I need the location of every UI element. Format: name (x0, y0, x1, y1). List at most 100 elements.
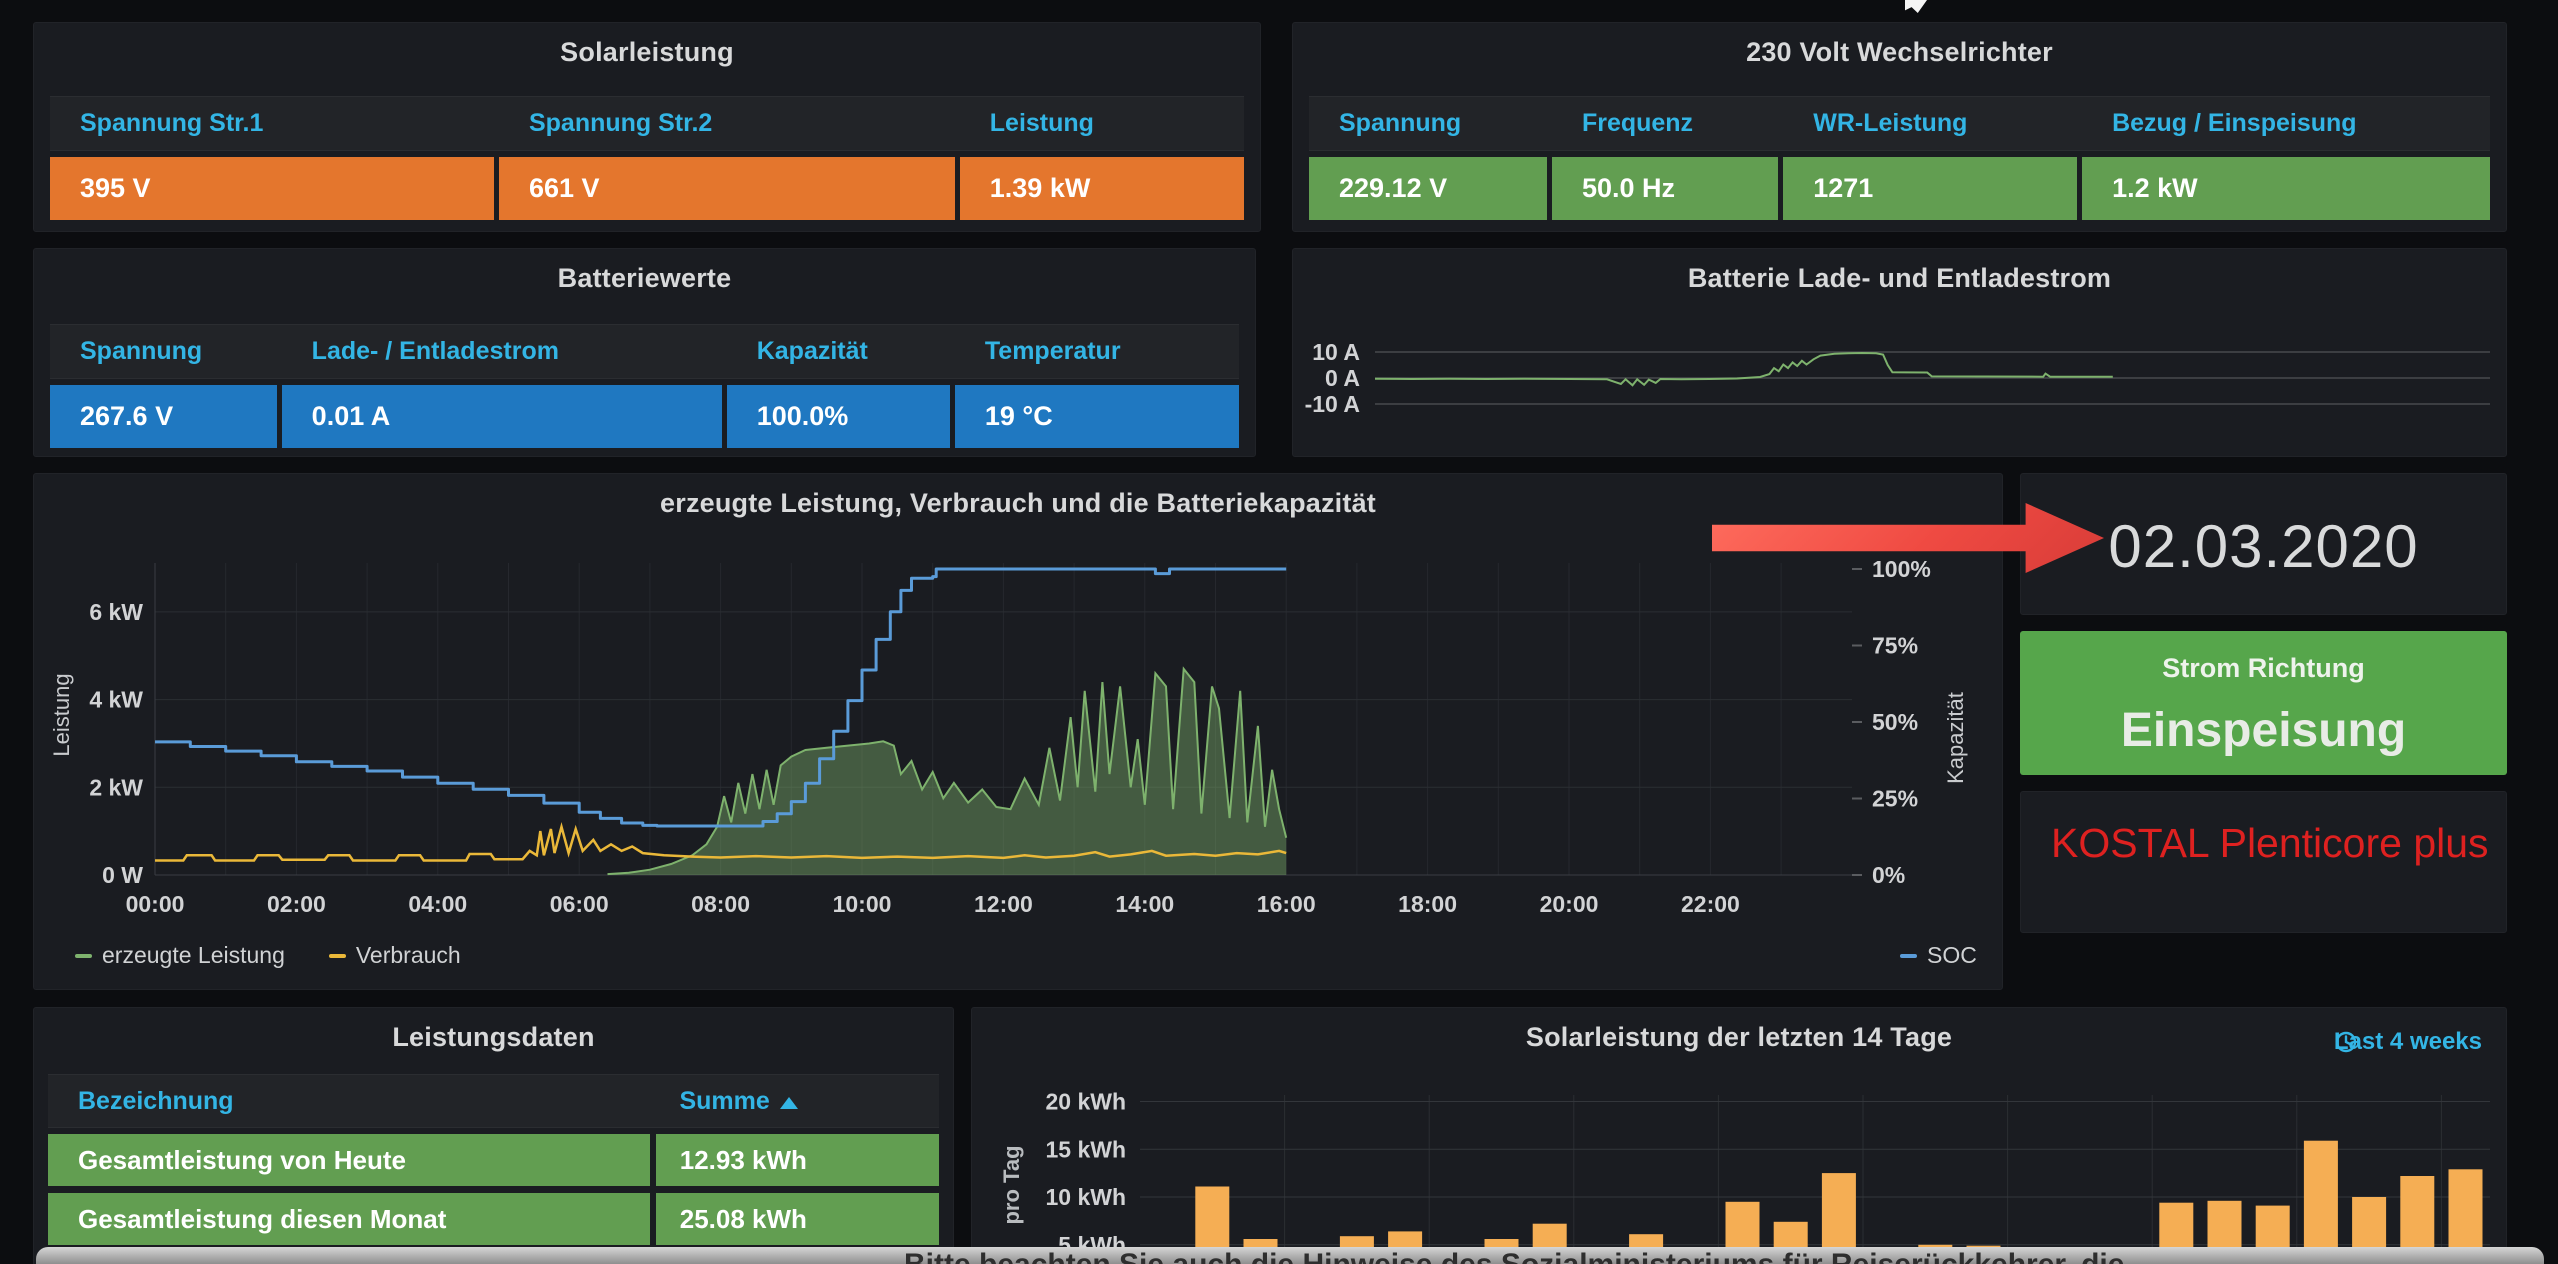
svg-text:50%: 50% (1872, 709, 1918, 735)
stat-value-battery-1: 0.01 A (282, 385, 722, 448)
main-chart-legend: erzeugte Leistung Verbrauch (75, 942, 461, 969)
column-header-inverter-2[interactable]: WR-Leistung (1783, 109, 2077, 138)
panel-device-name: KOSTAL Plenticore plus (2020, 791, 2507, 933)
column-header-inverter-3[interactable]: Bezug / Einspeisung (2082, 109, 2490, 138)
svg-text:16:00: 16:00 (1257, 891, 1316, 917)
legend-color-icon (329, 954, 346, 958)
panel-leistungsdaten: Leistungsdaten Bezeichnung Summe Gesamtl… (33, 1007, 954, 1264)
solar-table-value-row: 395 V661 V1.39 kW (50, 157, 1244, 220)
legend-item-0[interactable]: erzeugte Leistung (75, 942, 285, 969)
daily-solar-bar-chart[interactable]: 5 kWh10 kWh15 kWh20 kWh (971, 1007, 2507, 1264)
grafana-dashboard: Solarleistung Spannung Str.1Spannung Str… (0, 0, 2558, 1264)
svg-text:15 kWh: 15 kWh (1045, 1136, 1126, 1162)
svg-text:6 kW: 6 kW (89, 599, 143, 625)
panel-title-strom-richtung[interactable]: Strom Richtung (2020, 653, 2507, 684)
column-header-battery-2[interactable]: Kapazität (727, 337, 950, 366)
device-name-text: KOSTAL Plenticore plus (2051, 808, 2491, 878)
panel-solarleistung: Solarleistung Spannung Str.1Spannung Str… (33, 22, 1261, 232)
strom-richtung-value: Einspeisung (2020, 703, 2507, 758)
svg-text:18:00: 18:00 (1398, 891, 1457, 917)
row-label-1: Gesamtleistung diesen Monat (48, 1193, 650, 1245)
svg-text:00:00: 00:00 (126, 891, 185, 917)
column-header-solar-1[interactable]: Spannung Str.2 (499, 109, 955, 138)
column-header-solar-0[interactable]: Spannung Str.1 (50, 109, 494, 138)
panel-date: 02.03.2020 (2020, 473, 2507, 615)
panel-title-solarleistung[interactable]: Solarleistung (34, 37, 1260, 68)
svg-text:4 kW: 4 kW (89, 687, 143, 713)
column-header-solar-2[interactable]: Leistung (960, 109, 1244, 138)
stat-value-inverter-3: 1.2 kW (2082, 157, 2490, 220)
column-header-battery-0[interactable]: Spannung (50, 337, 277, 366)
svg-text:04:00: 04:00 (408, 891, 467, 917)
svg-text:06:00: 06:00 (550, 891, 609, 917)
stat-value-inverter-2: 1271 (1783, 157, 2077, 220)
panel-wechselrichter: 230 Volt Wechselrichter SpannungFrequenz… (1292, 22, 2507, 232)
panel-title-leistungsdaten[interactable]: Leistungsdaten (34, 1022, 953, 1053)
legend-label: erzeugte Leistung (102, 942, 285, 969)
svg-text:20:00: 20:00 (1540, 891, 1599, 917)
main-chart-legend-right: SOC (1900, 942, 1977, 969)
panel-strom-richtung: Strom Richtung Einspeisung (2020, 631, 2507, 775)
background-window-text: Bitte beachten Sie auch die Hinweise des… (904, 1248, 2124, 1264)
svg-text:0%: 0% (1872, 862, 1905, 888)
svg-text:12:00: 12:00 (974, 891, 1033, 917)
svg-text:10:00: 10:00 (833, 891, 892, 917)
svg-text:0 A: 0 A (1325, 365, 1360, 391)
soc-legend-color-icon (1900, 954, 1917, 958)
row-label-0: Gesamtleistung von Heute (48, 1134, 650, 1186)
stat-value-battery-2: 100.0% (727, 385, 950, 448)
legend-item-1[interactable]: Verbrauch (329, 942, 461, 969)
main-chart-y-right-axis-label: Kapazität (1943, 692, 1969, 784)
panel-title-batteriewerte[interactable]: Batteriewerte (34, 263, 1255, 294)
stat-value-inverter-0: 229.12 V (1309, 157, 1547, 220)
stat-value-battery-0: 267.6 V (50, 385, 277, 448)
svg-text:-10 A: -10 A (1305, 391, 1360, 417)
table-row: Gesamtleistung diesen Monat25.08 kWh (48, 1193, 939, 1245)
stat-value-inverter-1: 50.0 Hz (1552, 157, 1778, 220)
bar-day-25[interactable] (2304, 1141, 2338, 1264)
svg-text:14:00: 14:00 (1115, 891, 1174, 917)
svg-text:10 A: 10 A (1312, 339, 1360, 365)
panel-title-wechselrichter[interactable]: 230 Volt Wechselrichter (1293, 37, 2506, 68)
panel-batteriewerte: Batteriewerte SpannungLade- / Entladestr… (33, 248, 1256, 457)
column-header-battery-1[interactable]: Lade- / Entladestrom (282, 337, 722, 366)
svg-text:0 W: 0 W (102, 862, 143, 888)
inverter-table-value-row: 229.12 V50.0 Hz12711.2 kW (1309, 157, 2490, 220)
legend-item-soc[interactable]: SOC (1900, 942, 1977, 969)
row-value-0: 12.93 kWh (656, 1134, 939, 1186)
column-header-battery-3[interactable]: Temperatur (955, 337, 1239, 366)
main-chart-y-left-axis-label: Leistung (49, 673, 75, 756)
legend-label-soc: SOC (1927, 942, 1977, 969)
column-header-inverter-0[interactable]: Spannung (1309, 109, 1547, 138)
triangle-up-icon (780, 1097, 798, 1109)
battery-current-chart[interactable]: 10 A0 A-10 A (1292, 248, 2507, 457)
row-value-1: 25.08 kWh (656, 1193, 939, 1245)
generation-consumption-soc-chart[interactable]: 00:00 02:00 04:00 06:00 08:00 10:00 12:00 14:00… (33, 473, 2003, 990)
mouse-cursor-icon (1905, 0, 1927, 13)
column-header-inverter-1[interactable]: Frequenz (1552, 109, 1778, 138)
stat-value-solar-1: 661 V (499, 157, 955, 220)
svg-text:25%: 25% (1872, 786, 1918, 812)
svg-text:2 kW: 2 kW (89, 774, 143, 800)
solar-table-header-row: Spannung Str.1Spannung Str.2Leistung (50, 96, 1244, 151)
stat-value-solar-2: 1.39 kW (960, 157, 1244, 220)
svg-text:10 kWh: 10 kWh (1045, 1184, 1126, 1210)
svg-text:08:00: 08:00 (691, 891, 750, 917)
background-window-edge: Bitte beachten Sie auch die Hinweise des… (36, 1247, 2544, 1264)
current-date-text: 02.03.2020 (2021, 512, 2506, 581)
battery-table-header-row: SpannungLade- / EntladestromKapazitätTem… (50, 324, 1239, 379)
inverter-table-header-row: SpannungFrequenzWR-LeistungBezug / Einsp… (1309, 96, 2490, 151)
battery-table-value-row: 267.6 V0.01 A100.0%19 °C (50, 385, 1239, 448)
legend-label: Verbrauch (356, 942, 461, 969)
bar-chart-y-axis-label: pro Tag (999, 1145, 1025, 1224)
stat-value-battery-3: 19 °C (955, 385, 1239, 448)
stat-value-solar-0: 395 V (50, 157, 494, 220)
table-header-summe[interactable]: Summe (655, 1087, 939, 1116)
svg-text:100%: 100% (1872, 556, 1931, 582)
legend-color-icon (75, 954, 92, 958)
table-row: Gesamtleistung von Heute12.93 kWh (48, 1134, 939, 1186)
svg-text:02:00: 02:00 (267, 891, 326, 917)
table-header-bezeichnung[interactable]: Bezeichnung (48, 1087, 650, 1116)
svg-text:75%: 75% (1872, 633, 1918, 659)
svg-text:22:00: 22:00 (1681, 891, 1740, 917)
